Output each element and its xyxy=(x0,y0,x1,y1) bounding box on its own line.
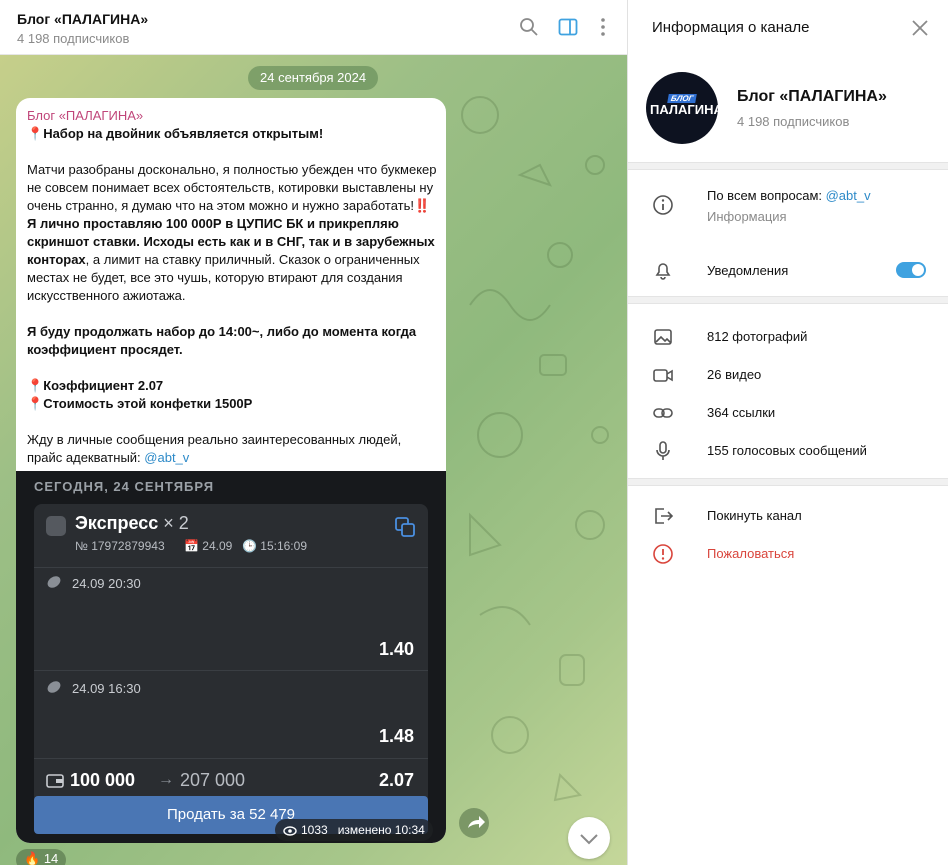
report-button[interactable]: Пожаловаться xyxy=(707,546,794,561)
clock-icon xyxy=(46,516,66,536)
post-coefficient: Коэффициент 2.07 xyxy=(43,378,164,393)
reaction-count: 14 xyxy=(43,851,59,865)
bet-screenshot[interactable]: СЕГОДНЯ, 24 СЕНТЯБРЯ Экспресс × 2 № 1797… xyxy=(16,471,446,843)
info-panel-title: Информация о канале xyxy=(652,19,810,36)
avatar-logo-big: ПАЛАГИНА xyxy=(650,102,718,117)
voice-link[interactable]: 155 голосовых сообщений xyxy=(707,443,867,458)
post-contact-text: Жду в личные сообщения реально заинтерес… xyxy=(27,432,402,465)
leave-icon xyxy=(655,508,674,524)
ball-icon xyxy=(47,681,61,693)
photos-link[interactable]: 812 фотографий xyxy=(707,329,807,344)
videos-link[interactable]: 26 видео xyxy=(707,367,761,382)
date-separator: 24 сентября 2024 xyxy=(248,66,379,90)
leg-odds: 1.40 xyxy=(378,639,414,659)
divider xyxy=(34,670,428,671)
post-headline: Набор на двойник объявляется открытым! xyxy=(43,126,324,141)
bet-title: Экспресс × 2 xyxy=(75,513,189,533)
share-button[interactable] xyxy=(459,808,489,838)
arrow-icon: → xyxy=(158,771,174,788)
reaction-badge[interactable]: 🔥 14 xyxy=(16,849,67,865)
leg-datetime: 24.09 16:30 xyxy=(72,681,141,696)
channel-name: Блог «ПАЛАГИНА» xyxy=(737,88,887,105)
divider xyxy=(34,567,428,568)
bet-stake: 100 000 xyxy=(70,770,136,790)
report-icon xyxy=(653,544,673,564)
notifications-label: Уведомления xyxy=(707,263,789,278)
copy-icon xyxy=(395,517,415,537)
leg-datetime: 24.09 20:30 xyxy=(72,576,141,591)
bet-possible-win: 207 000 xyxy=(180,770,246,790)
microphone-icon xyxy=(656,441,670,460)
scroll-to-bottom-button[interactable] xyxy=(568,817,610,859)
photo-icon xyxy=(654,329,672,345)
pin-icon: 📍 xyxy=(27,126,44,141)
chat-header[interactable]: Блог «ПАЛАГИНА» 4 198 подписчиков xyxy=(0,0,627,55)
edited-label: изменено 10:34 xyxy=(337,823,425,837)
channel-subscribers: 4 198 подписчиков xyxy=(737,114,850,129)
chat-subscribers: 4 198 подписчиков xyxy=(17,31,130,46)
sidebar-toggle-icon[interactable] xyxy=(557,16,579,38)
bet-card: Экспресс × 2 № 17972879943 📅 24.09 🕒 15:… xyxy=(34,504,428,804)
bet-time: 🕒 15:16:09 xyxy=(242,539,307,553)
chat-title[interactable]: Блог «ПАЛАГИНА» xyxy=(17,11,148,27)
bet-total-odds: 2.07 xyxy=(378,770,414,790)
post-paragraph: Матчи разобраны досконально, я полностью… xyxy=(27,162,437,213)
pin-icon: 📍 xyxy=(27,378,44,393)
more-icon[interactable] xyxy=(592,16,614,38)
notifications-toggle[interactable] xyxy=(896,262,926,278)
link-icon xyxy=(653,408,673,418)
view-count: 1033 xyxy=(301,823,328,837)
close-icon[interactable] xyxy=(910,18,930,38)
double-exclamation-icon: ‼️ xyxy=(414,198,431,213)
wallet-icon xyxy=(46,774,64,788)
section-separator xyxy=(628,478,948,486)
divider xyxy=(34,758,428,759)
bet-total-row: 100 000 → 207 000 2.07 xyxy=(46,770,416,794)
section-separator xyxy=(628,296,948,304)
leave-channel-button[interactable]: Покинуть канал xyxy=(707,508,802,523)
channel-info-panel: Информация о канале БЛОГ ПАЛАГИНА Блог «… xyxy=(627,0,948,865)
share-icon xyxy=(468,816,485,828)
bet-date: 📅 24.09 xyxy=(184,539,233,553)
contact-row: По всем вопросам: @abt_v xyxy=(707,188,871,203)
ball-icon xyxy=(47,576,61,588)
info-icon xyxy=(653,195,673,215)
chevron-down-icon xyxy=(580,834,598,845)
section-separator xyxy=(628,162,948,170)
contact-mention[interactable]: @abt_v xyxy=(826,188,871,203)
leg-odds: 1.48 xyxy=(378,726,414,746)
links-link[interactable]: 364 ссылки xyxy=(707,405,775,420)
video-icon xyxy=(653,369,673,382)
post-author[interactable]: Блог «ПАЛАГИНА» xyxy=(27,108,143,123)
post-deadline: Я буду продолжать набор до 14:00~, либо … xyxy=(27,324,417,357)
bet-number: № 17972879943 xyxy=(75,539,165,553)
chat-pane: Блог «ПАЛАГИНА» 4 198 подписчиков 24 сен… xyxy=(0,0,627,865)
post-paragraph-tail: , а лимит на ставку приличный. Сказок о … xyxy=(27,252,420,303)
eye-icon xyxy=(283,826,297,836)
pin-icon: 📍 xyxy=(27,396,44,411)
post-text: 📍Набор на двойник объявляется открытым! … xyxy=(27,125,439,467)
channel-avatar[interactable]: БЛОГ ПАЛАГИНА xyxy=(646,72,718,144)
post-price: Стоимость этой конфетки 1500Р xyxy=(43,396,253,411)
channel-post[interactable]: Блог «ПАЛАГИНА» 📍Набор на двойник объявл… xyxy=(16,98,446,843)
bet-date-header: СЕГОДНЯ, 24 СЕНТЯБРЯ xyxy=(34,479,215,494)
search-icon[interactable] xyxy=(518,16,540,38)
contact-sub: Информация xyxy=(707,209,787,224)
fire-icon: 🔥 xyxy=(24,851,41,865)
bell-icon xyxy=(655,263,671,280)
mention-link[interactable]: @abt_v xyxy=(144,450,189,465)
post-meta: 1033 изменено 10:34 xyxy=(275,819,433,841)
